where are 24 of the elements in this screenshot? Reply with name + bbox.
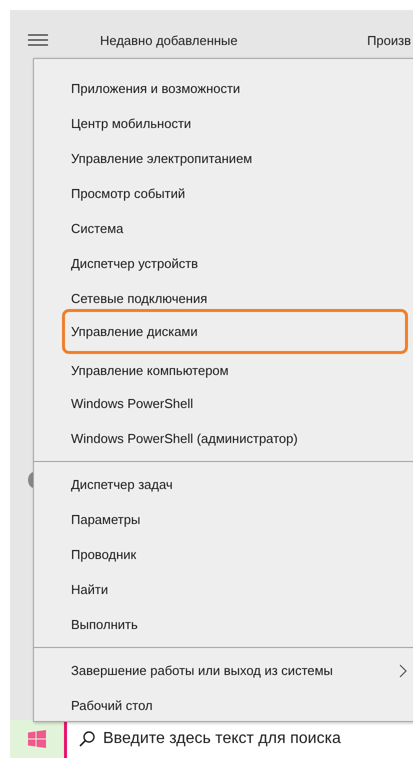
menu-item[interactable]: Система	[34, 211, 413, 246]
section-header: Недавно добавленные	[100, 32, 238, 48]
windows-icon	[28, 730, 46, 748]
menu-item[interactable]: Сетевые подключения	[34, 281, 413, 309]
column-heading: Произв	[367, 32, 411, 48]
start-button[interactable]	[10, 720, 64, 758]
menu-item[interactable]: Проводник	[34, 537, 413, 572]
menu-item[interactable]: Windows PowerShell	[34, 386, 413, 421]
menu-item[interactable]: Центр мобильности	[34, 106, 413, 141]
menu-item[interactable]: Управление компьютером	[34, 354, 413, 386]
menu-item[interactable]: Диспетчер устройств	[34, 246, 413, 281]
menu-item[interactable]: Параметры	[34, 502, 413, 537]
menu-item[interactable]: Просмотр событий	[34, 176, 413, 211]
menu-item[interactable]: Приложения и возможности	[34, 71, 413, 106]
menu-item[interactable]: Выполнить	[34, 607, 413, 642]
menu-item[interactable]: Найти	[34, 572, 413, 607]
menu-item[interactable]: Управление электропитанием	[34, 141, 413, 176]
menu-item[interactable]: Завершение работы или выход из системы	[34, 653, 413, 688]
menu-item[interactable]: Windows PowerShell (администратор)	[34, 421, 413, 456]
search-icon	[79, 731, 95, 747]
menu-icon[interactable]	[28, 34, 48, 46]
menu-item[interactable]: Диспетчер задач	[34, 467, 413, 502]
menu-item[interactable]: Рабочий стол	[34, 688, 413, 723]
highlighted-menu-item[interactable]: Управление дисками	[62, 309, 408, 354]
